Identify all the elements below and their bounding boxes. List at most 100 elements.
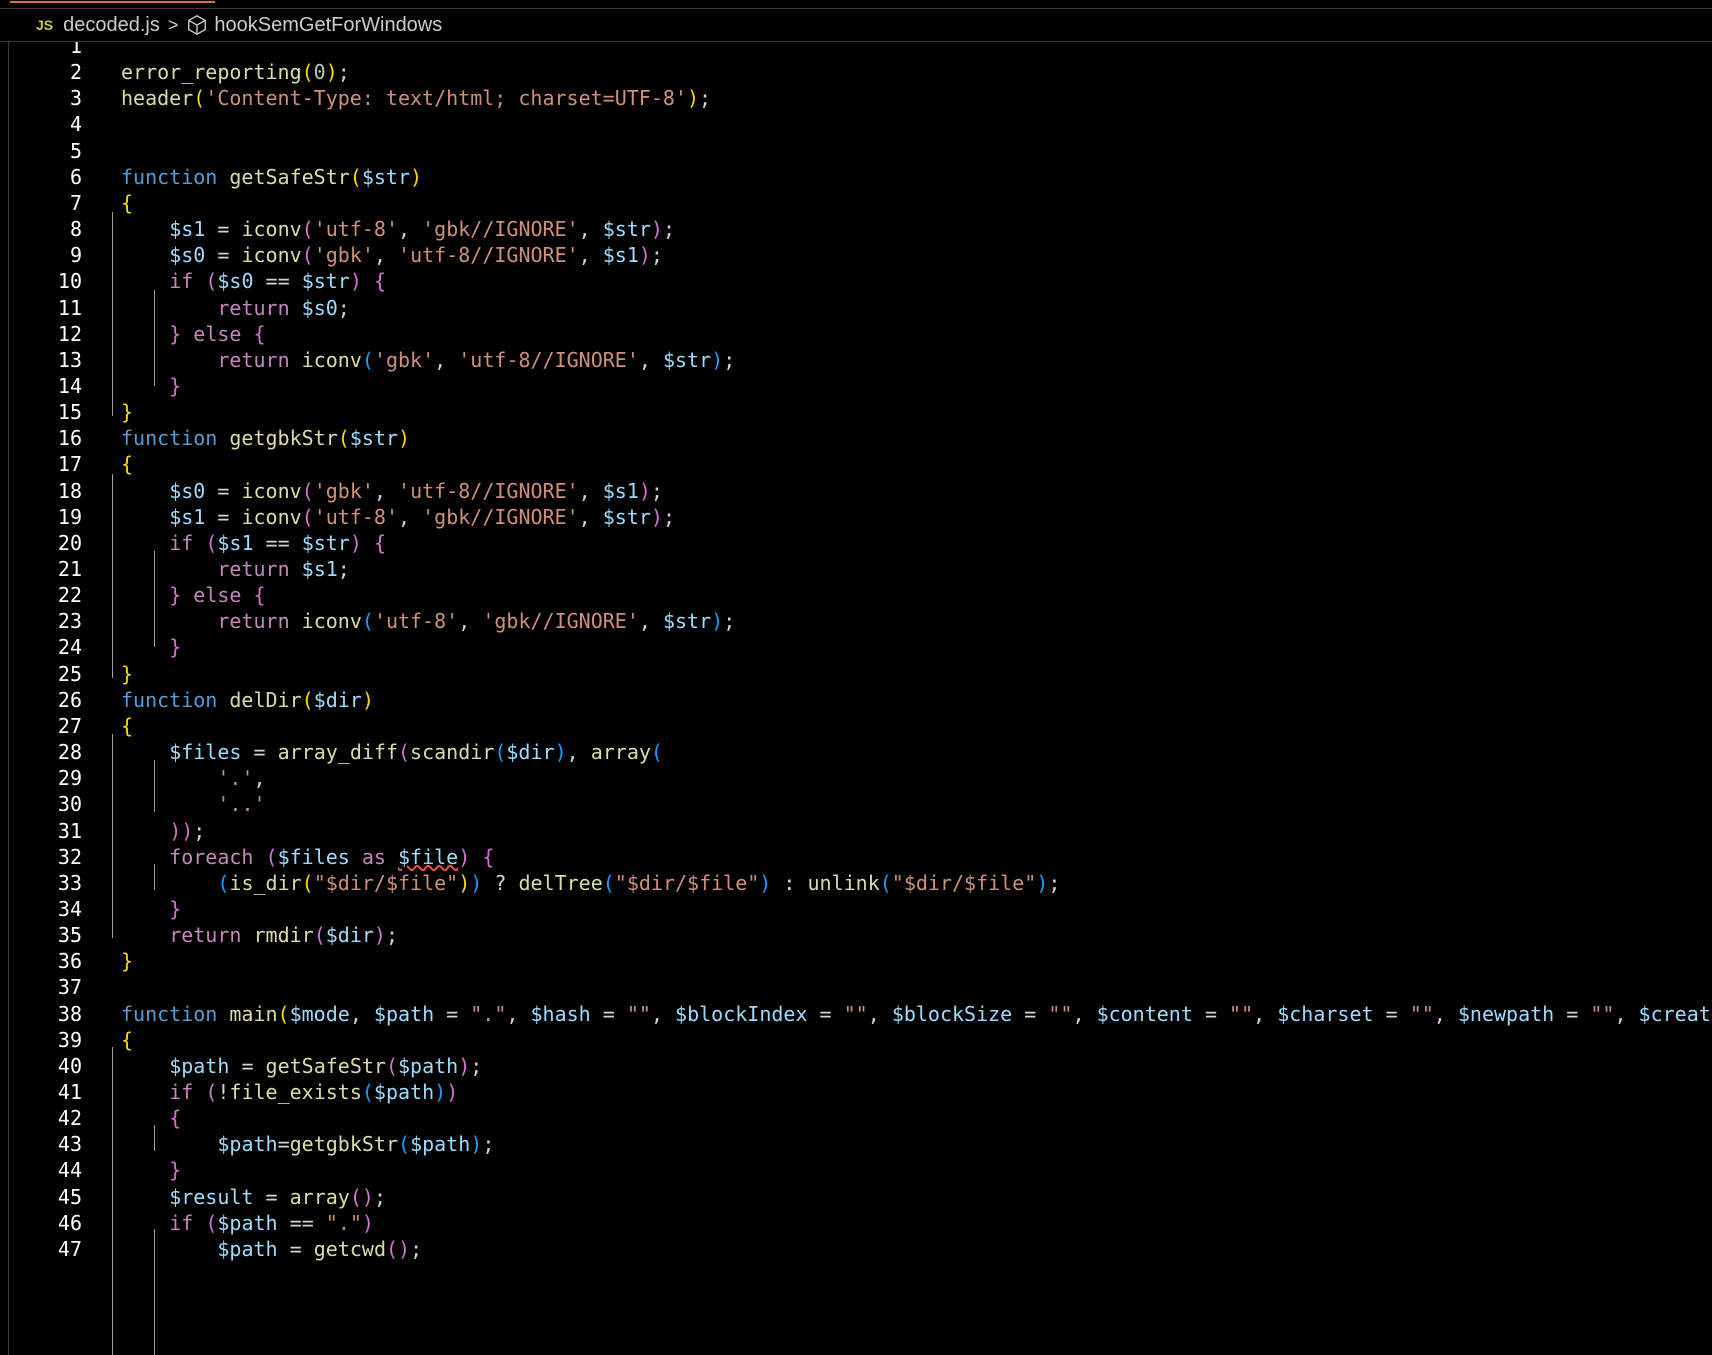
code-text: foreach ($files as $file) {	[169, 844, 495, 869]
code-line[interactable]: 46 if ($path == ".")	[0, 1209, 1712, 1237]
code-line[interactable]: 42 {	[0, 1104, 1712, 1132]
code-line[interactable]: 37	[0, 973, 1712, 1001]
code-text: error_reporting(0);	[121, 60, 350, 85]
line-number: 47	[57, 1236, 82, 1261]
code-line[interactable]: 16 function getgbkStr($str)	[0, 424, 1712, 452]
code-text: function delDir($dir)	[121, 687, 374, 712]
code-line[interactable]: 22 } else {	[0, 581, 1712, 609]
code-line[interactable]: 28 $files = array_diff(scandir($dir), ar…	[0, 738, 1712, 766]
code-text: }	[121, 949, 134, 974]
code-line[interactable]: 45 $result = array();	[0, 1183, 1712, 1211]
line-number: 46	[57, 1210, 82, 1235]
code-line[interactable]: 7{	[0, 189, 1712, 217]
breadcrumb-symbol[interactable]: hookSemGetForWindows	[214, 14, 442, 37]
code-line[interactable]: 44 }	[0, 1156, 1712, 1184]
code-line[interactable]: 15}	[0, 398, 1712, 426]
code-text: $result = array();	[169, 1184, 386, 1209]
code-line[interactable]: 2 error_reporting(0);	[0, 58, 1712, 86]
line-number: 6	[69, 164, 82, 189]
line-number: 4	[69, 112, 82, 137]
line-number: 21	[57, 557, 82, 581]
code-line[interactable]: 24 }	[0, 633, 1712, 661]
code-line[interactable]: 41 if (!file_exists($path))	[0, 1078, 1712, 1106]
code-text: (is_dir("$dir/$file")) ? delTree("$dir/$…	[217, 870, 1061, 895]
line-number: 17	[57, 452, 82, 477]
line-number: 3	[69, 86, 82, 111]
code-text: {	[121, 1027, 134, 1052]
code-line[interactable]: 21 return $s1;	[0, 555, 1712, 583]
code-line[interactable]: 23 return iconv('utf-8', 'gbk//IGNORE', …	[0, 607, 1712, 635]
code-text: }	[169, 635, 182, 660]
code-text: {	[121, 190, 134, 215]
code-line[interactable]: 9 $s0 = iconv('gbk', 'utf-8//IGNORE', $s…	[0, 241, 1712, 269]
code-line[interactable]: 31 ));	[0, 817, 1712, 845]
code-line[interactable]: 40 $path = getSafeStr($path);	[0, 1052, 1712, 1080]
code-line[interactable]: 30 '..'	[0, 790, 1712, 818]
code-line[interactable]: 26 function delDir($dir)	[0, 686, 1712, 714]
code-line[interactable]: 36}	[0, 947, 1712, 975]
code-line[interactable]: 5	[0, 137, 1712, 165]
code-line[interactable]: 4	[0, 110, 1712, 138]
line-number: 26	[57, 687, 82, 712]
code-line[interactable]: 34 }	[0, 895, 1712, 923]
code-text: $s1 = iconv('utf-8', 'gbk//IGNORE', $str…	[169, 217, 676, 242]
code-line[interactable]: 43 $path=getgbkStr($path);	[0, 1130, 1712, 1158]
line-number: 8	[69, 217, 82, 242]
line-number: 31	[57, 818, 82, 843]
line-number: 15	[57, 400, 82, 425]
line-number: 38	[57, 1001, 82, 1026]
code-text: if ($path == ".")	[169, 1210, 374, 1235]
line-number: 42	[57, 1106, 82, 1131]
code-text: if ($s1 == $str) {	[169, 530, 386, 555]
code-text: $s0 = iconv('gbk', 'utf-8//IGNORE', $s1)…	[169, 478, 663, 503]
active-tab-indicator[interactable]	[10, 0, 215, 3]
code-text: $files = array_diff(scandir($dir), array…	[169, 740, 663, 765]
code-text: if ($s0 == $str) {	[169, 269, 386, 294]
line-number: 9	[69, 243, 82, 268]
code-line[interactable]: 39 {	[0, 1026, 1712, 1054]
line-number: 28	[57, 740, 82, 765]
code-line[interactable]: 32 foreach ($files as $file) {	[0, 843, 1712, 871]
breadcrumb-file[interactable]: decoded.js	[63, 14, 160, 37]
code-line[interactable]: 47 $path = getcwd();	[0, 1235, 1712, 1263]
code-text: } else {	[169, 321, 266, 346]
code-line[interactable]: 33 (is_dir("$dir/$file")) ? delTree("$di…	[0, 869, 1712, 897]
code-line[interactable]: 13 return iconv('gbk', 'utf-8//IGNORE', …	[0, 346, 1712, 374]
code-text: {	[169, 1106, 182, 1131]
code-text: return rmdir($dir);	[169, 923, 399, 948]
code-line[interactable]: 6 function getSafeStr($str)	[0, 163, 1712, 191]
code-line[interactable]: 35 return rmdir($dir);	[0, 921, 1712, 949]
code-text: }	[169, 1158, 182, 1183]
code-line[interactable]: 20 if ($s1 == $str) {	[0, 529, 1712, 557]
code-line[interactable]: 38 function main($mode, $path = ".", $has…	[0, 1000, 1712, 1028]
code-line[interactable]: 14 }	[0, 372, 1712, 400]
code-line[interactable]: 3 header('Content-Type: text/html; charse…	[0, 84, 1712, 112]
code-line[interactable]: 17 {	[0, 450, 1712, 478]
line-number: 5	[69, 138, 82, 163]
code-line[interactable]: 29 '.',	[0, 764, 1712, 792]
code-line[interactable]: 18 $s0 = iconv('gbk', 'utf-8//IGNORE', $…	[0, 477, 1712, 505]
breadcrumb-separator: >	[167, 14, 179, 35]
code-line[interactable]: 8 $s1 = iconv('utf-8', 'gbk//IGNORE', $s…	[0, 215, 1712, 243]
line-number: 2	[69, 60, 82, 85]
code-line[interactable]: 10 if ($s0 == $str) {	[0, 267, 1712, 295]
code-line[interactable]: 25}	[0, 660, 1712, 688]
line-number: 11	[57, 295, 82, 320]
code-editor[interactable]: 1 2 error_reporting(0); 3 header('Content-Ty…	[0, 42, 1712, 1355]
code-line[interactable]: 11 return $s0;	[0, 294, 1712, 322]
line-number: 35	[57, 923, 82, 948]
code-text: function getgbkStr($str)	[121, 426, 411, 451]
code-text: if (!file_exists($path))	[169, 1080, 459, 1104]
code-line[interactable]: 19 $s1 = iconv('utf-8', 'gbk//IGNORE', $…	[0, 503, 1712, 531]
code-text: return $s1;	[217, 557, 350, 581]
code-line[interactable]: 12 } else {	[0, 320, 1712, 348]
line-number: 39	[57, 1027, 82, 1052]
code-text: $path = getSafeStr($path);	[169, 1053, 483, 1078]
code-line[interactable]: 27 {	[0, 712, 1712, 740]
code-text: $s1 = iconv('utf-8', 'gbk//IGNORE', $str…	[169, 504, 676, 529]
cube-icon	[188, 15, 207, 35]
line-number: 30	[57, 792, 82, 817]
code-text: function main($mode, $path = ".", $hash …	[121, 1001, 1712, 1026]
line-number: 44	[57, 1158, 82, 1183]
code-text: function getSafeStr($str)	[121, 164, 423, 189]
